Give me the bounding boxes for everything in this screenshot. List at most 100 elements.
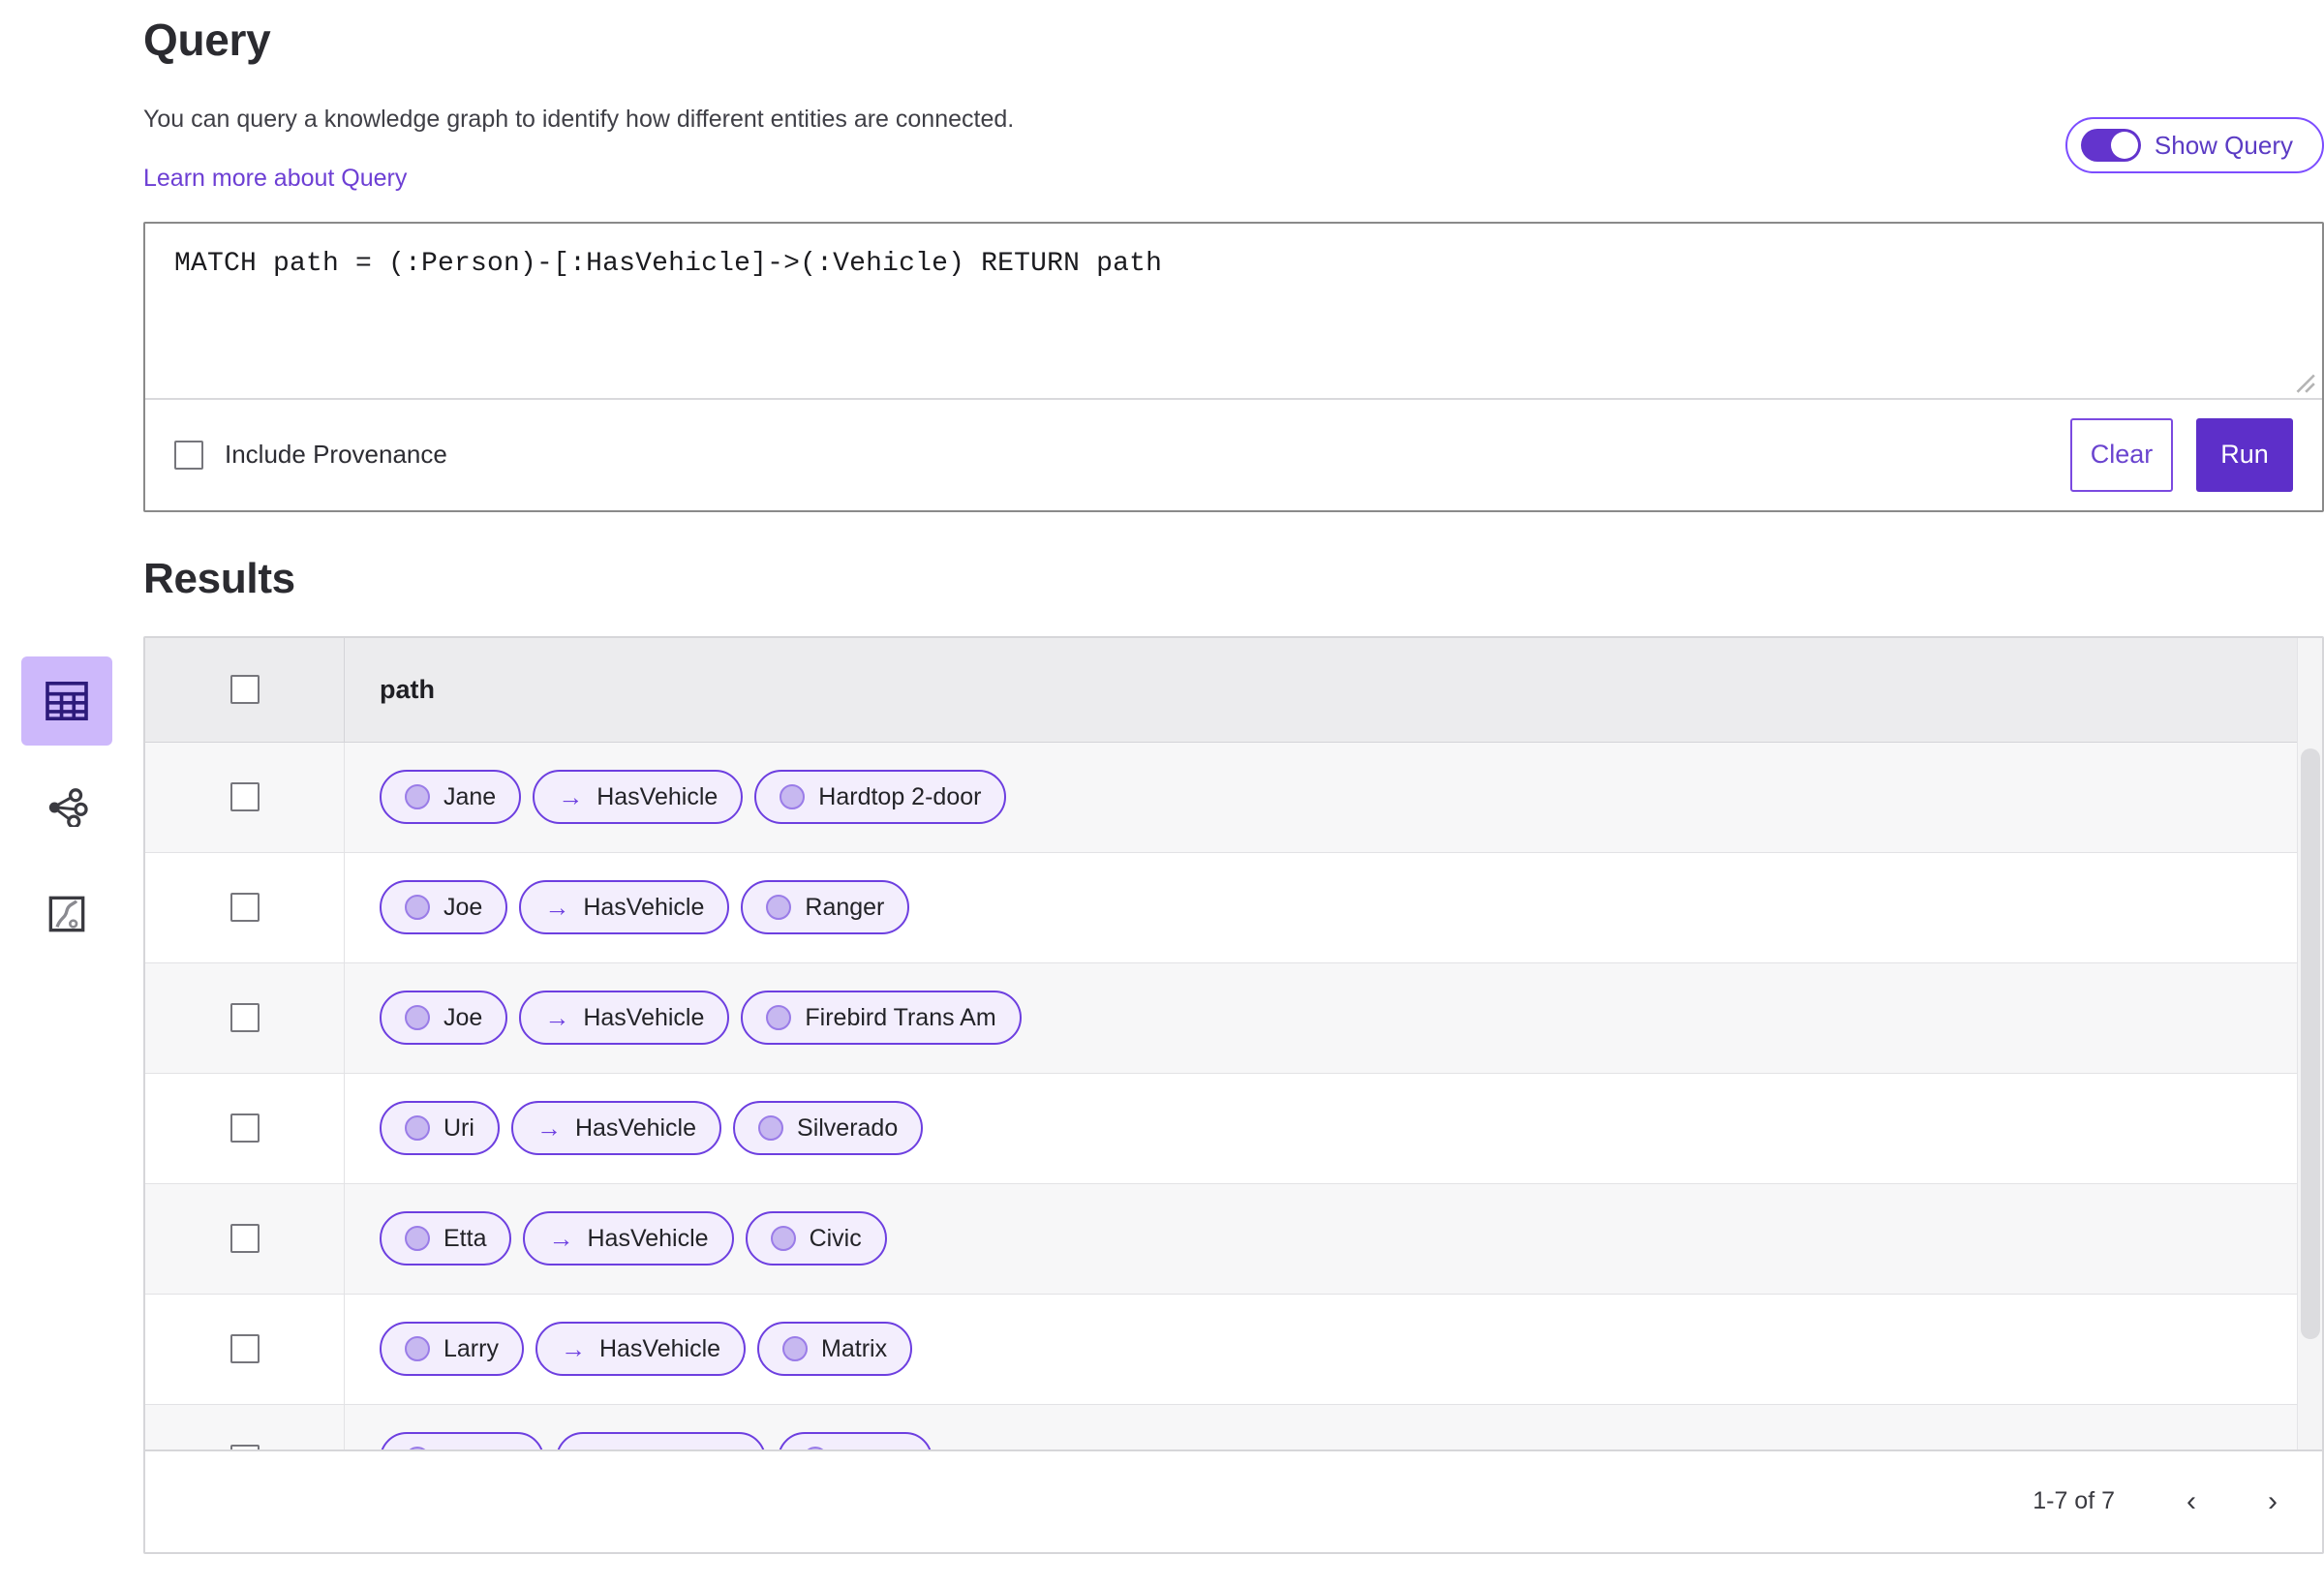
node-circle-icon [405,1226,430,1252]
query-footer: Include Provenance Clear Run [145,397,2322,510]
table-row[interactable]: Joe → HasVehicle Firebird Trans Am [145,962,2322,1074]
relationship-chip[interactable]: → HasVehicle [523,1211,734,1266]
include-provenance-checkbox[interactable]: Include Provenance [174,440,447,470]
row-checkbox[interactable] [229,1003,260,1033]
target-node-chip[interactable]: Matrix [757,1322,913,1377]
row-path-cell: Uri → HasVehicle Silverado [345,1101,2322,1156]
results-title: Results [143,554,295,602]
row-path-cell: Jane → HasVehicle Hardtop 2-door [345,770,2322,825]
show-query-label: Show Query [2154,130,2293,160]
select-all-checkbox[interactable] [229,675,260,705]
arrow-right-icon: → [535,1113,562,1144]
table-row[interactable]: Jane → HasVehicle Hardtop 2-door [145,742,2322,853]
scrollbar-thumb[interactable] [2301,747,2320,1339]
row-checkbox[interactable] [229,1224,260,1254]
node-circle-icon [758,1115,784,1142]
row-checkbox[interactable] [229,893,260,923]
query-textarea[interactable]: MATCH path = (:Person)-[:HasVehicle]->(:… [145,224,2322,398]
clear-button[interactable]: Clear [2070,417,2173,492]
table-row[interactable]: Larry → HasVehicle Matrix [145,1294,2322,1405]
target-node-chip[interactable]: Hardtop 2-door [754,770,1007,825]
query-panel: MATCH path = (:Person)-[:HasVehicle]->(:… [143,221,2324,512]
show-query-toggle[interactable]: Show Query [2064,117,2324,173]
chip-label: HasVehicle [574,1113,697,1142]
arrow-right-icon: → [558,782,584,812]
chip-label: HasVehicle [583,893,705,921]
results-vertical-scrollbar[interactable] [2297,637,2322,1449]
relationship-chip[interactable]: → HasVehicle [535,1322,747,1377]
source-node-chip[interactable]: Joe [380,991,508,1046]
arrow-right-icon: → [544,893,570,923]
row-checkbox[interactable] [229,782,260,812]
chip-label: Joe [443,893,483,921]
row-select-cell [145,1073,345,1183]
target-node-chip[interactable]: Firebird Trans Am [741,991,1022,1046]
row-path-cell: Larry → HasVehicle Matrix [345,1322,2322,1377]
checkbox-box[interactable] [174,440,203,470]
target-node-chip[interactable]: Matrix [777,1432,933,1449]
arrow-right-icon: → [544,1003,570,1033]
table-header-row: path [145,637,2322,743]
row-checkbox[interactable] [229,1334,260,1364]
chip-label: Larry [443,1334,499,1362]
query-actions: Clear Run [2070,417,2293,492]
source-node-chip[interactable]: Larry [380,1322,524,1377]
row-select-cell [145,742,345,852]
source-node-chip[interactable]: Lauren [380,1432,544,1449]
source-node-chip[interactable]: Etta [380,1211,512,1266]
target-node-chip[interactable]: Civic [745,1211,887,1266]
chip-label: HasVehicle [598,1334,721,1362]
pagination-next-button[interactable]: › [2268,1486,2278,1516]
node-circle-icon [766,1005,792,1031]
table-body: Jane → HasVehicle Hardtop 2-door Joe → HasVehi… [145,742,2322,1449]
table-row[interactable]: Etta → HasVehicle Civic [145,1183,2322,1295]
chip-label: Joe [443,1003,483,1031]
resize-grip-icon[interactable] [2291,369,2316,394]
column-header-label: path [380,674,435,704]
chip-label: HasVehicle [583,1003,705,1031]
row-select-cell [145,852,345,962]
source-node-chip[interactable]: Uri [380,1101,500,1156]
results-table: path Jane → HasVehicle Hardtop 2-door Joe → Ha… [143,635,2324,1554]
row-path-cell: Joe → HasVehicle Ranger [345,880,2322,935]
pagination-prev-button[interactable]: ‹ [2186,1486,2196,1516]
table-row[interactable]: Joe → HasVehicle Ranger [145,852,2322,963]
toggle-switch[interactable] [2080,129,2141,162]
relationship-chip[interactable]: → HasVehicle [533,770,744,825]
node-circle-icon [780,784,806,810]
chip-label: Matrix [821,1334,888,1362]
chip-label: Etta [443,1224,487,1252]
learn-more-link[interactable]: Learn more about Query [143,165,407,193]
sidebar-item-map-view[interactable] [21,869,112,959]
chip-label: Ranger [805,893,885,921]
relationship-chip[interactable]: → HasVehicle [510,1101,722,1156]
target-node-chip[interactable]: Silverado [733,1101,924,1156]
relationship-chip[interactable]: → HasVehicle [519,880,730,935]
node-circle-icon [405,1115,430,1142]
source-node-chip[interactable]: Joe [380,880,508,935]
sidebar-item-table-view[interactable] [21,656,112,746]
chip-label: HasVehicle [620,1446,741,1449]
path-chips: Uri → HasVehicle Silverado [380,1101,924,1156]
chip-label: Uri [443,1113,474,1142]
row-checkbox[interactable] [229,1445,260,1449]
path-chips: Jane → HasVehicle Hardtop 2-door [380,770,1007,825]
relationship-chip[interactable]: → HasVehicle [555,1432,766,1449]
source-node-chip[interactable]: Jane [380,770,522,825]
row-checkbox[interactable] [229,1113,260,1144]
toggle-knob [2110,132,2138,159]
target-node-chip[interactable]: Ranger [741,880,910,935]
table-row[interactable]: Uri → HasVehicle Silverado [145,1073,2322,1184]
table-row[interactable]: Lauren → HasVehicle Matrix [145,1404,2322,1449]
relationship-chip[interactable]: → HasVehicle [519,991,730,1046]
row-path-cell: Etta → HasVehicle Civic [345,1211,2322,1266]
node-circle-icon [405,784,430,810]
chip-label: Jane [443,782,497,810]
run-button[interactable]: Run [2196,417,2293,492]
sidebar-item-graph-view[interactable] [21,763,112,852]
chip-label: Firebird Trans Am [805,1003,996,1031]
query-page: Query You can query a knowledge graph to… [0,0,2324,1586]
chip-label: Civic [809,1224,862,1252]
results-scroll-area: path Jane → HasVehicle Hardtop 2-door Joe → Ha… [145,637,2322,1451]
node-circle-icon [405,1005,430,1031]
